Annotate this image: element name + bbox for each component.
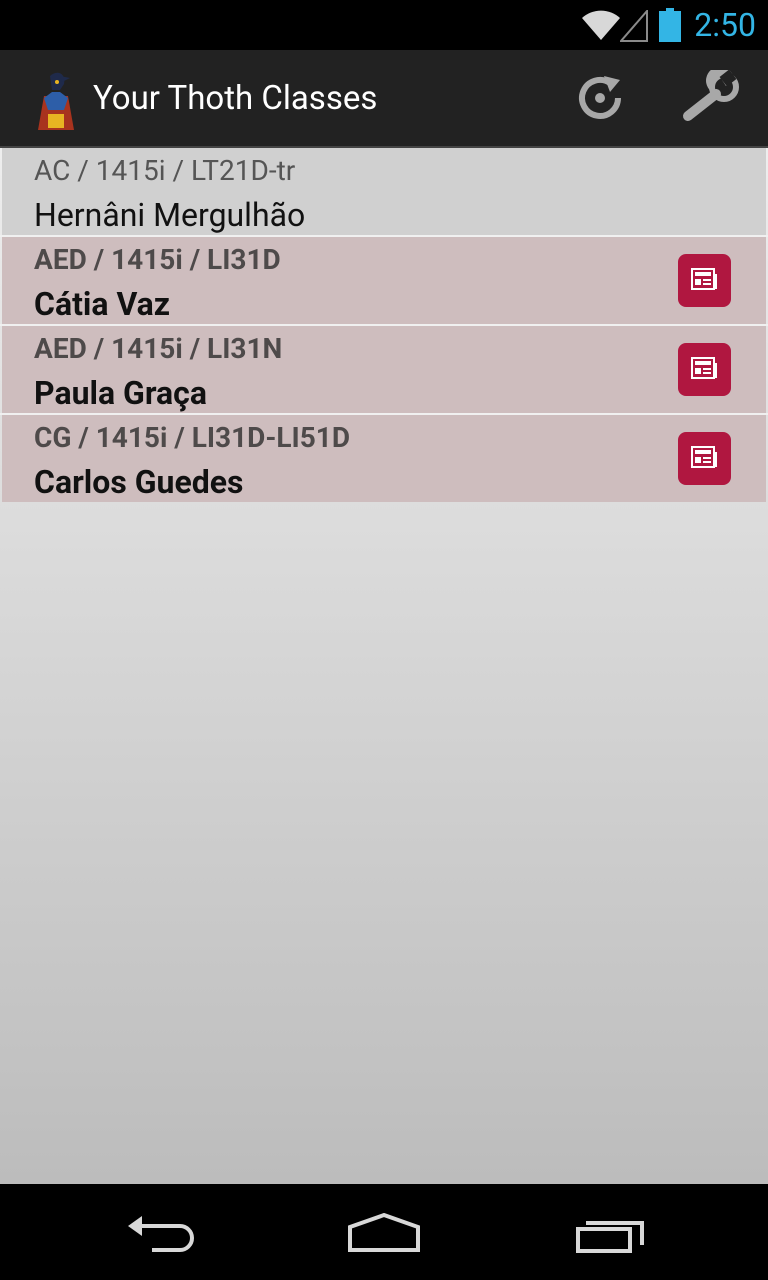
class-teacher: Hernâni Mergulhão (34, 196, 306, 234)
newspaper-icon (691, 446, 717, 468)
home-icon[interactable] (347, 1213, 421, 1253)
battery-icon (659, 8, 681, 42)
class-teacher: Carlos Guedes (34, 463, 244, 501)
class-row[interactable]: AED / 1415i / LI31N Paula Graça (2, 326, 766, 413)
refresh-icon (579, 76, 621, 119)
class-meta: AED / 1415i / LI31N (34, 332, 283, 365)
thoth-logo-icon (38, 72, 74, 130)
class-meta: AC / 1415i / LT21D-tr (34, 154, 296, 187)
class-teacher: Paula Graça (34, 374, 207, 412)
news-button[interactable] (678, 254, 731, 307)
newspaper-icon (691, 268, 717, 290)
news-button[interactable] (678, 432, 731, 485)
newspaper-icon (691, 357, 717, 379)
class-row[interactable]: AC / 1415i / LT21D-tr Hernâni Mergulhão (2, 148, 766, 235)
signal-icon (620, 10, 648, 42)
recents-icon[interactable] (575, 1216, 647, 1256)
wifi-icon (582, 10, 620, 40)
back-icon[interactable] (124, 1214, 196, 1254)
class-row[interactable]: AED / 1415i / LI31D Cátia Vaz (2, 237, 766, 324)
class-row[interactable]: CG / 1415i / LI31D-LI51D Carlos Guedes (2, 415, 766, 502)
class-meta: CG / 1415i / LI31D-LI51D (34, 421, 351, 454)
class-list: AC / 1415i / LT21D-tr Hernâni Mergulhão … (0, 148, 768, 1184)
status-bar: 2:50 (0, 0, 768, 50)
settings-button[interactable] (680, 66, 744, 130)
status-clock: 2:50 (694, 6, 756, 44)
class-teacher: Cátia Vaz (34, 285, 171, 323)
refresh-button[interactable] (570, 68, 630, 128)
news-button[interactable] (678, 343, 731, 396)
app-title: Your Thoth Classes (93, 79, 378, 118)
wrench-icon (683, 66, 739, 121)
class-meta: AED / 1415i / LI31D (34, 243, 281, 276)
